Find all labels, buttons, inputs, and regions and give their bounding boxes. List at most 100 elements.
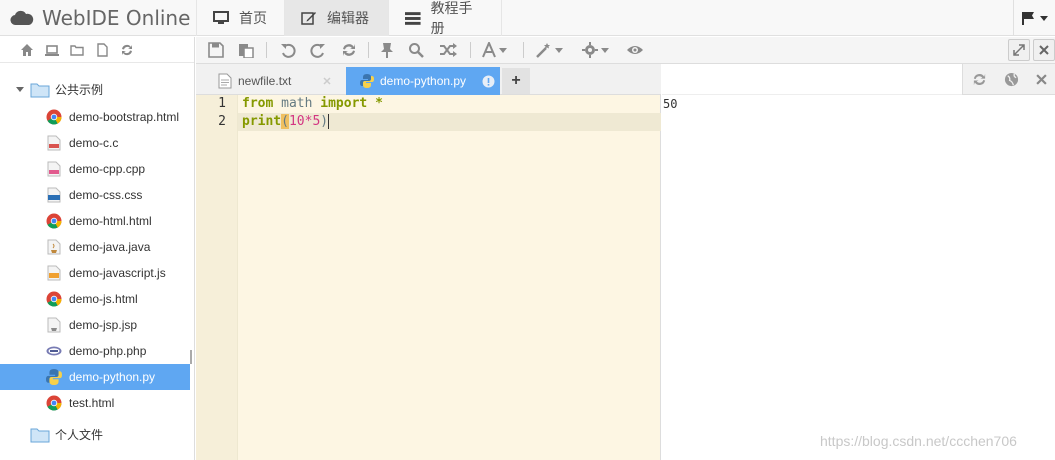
chrome-icon [46,109,62,125]
home-icon[interactable] [20,43,34,57]
file-label: demo-c.c [69,136,119,150]
output-header [662,64,962,95]
tree-file-item[interactable]: demo-python.py [0,364,190,390]
chevron-down-icon [601,47,609,53]
close-icon[interactable] [1035,73,1047,85]
gear-icon [582,42,598,58]
monitor-icon [213,11,229,24]
identifier-token: math [273,96,321,111]
code-editor[interactable]: 1 2 from math import * print(10*5) [196,95,661,460]
tasks-icon [405,12,421,25]
function-token: print [242,114,282,129]
tab-newfile[interactable]: newfile.txt [218,67,346,95]
refresh-icon[interactable] [972,72,987,87]
tree-file-item[interactable]: demo-cpp.cpp [0,156,190,182]
nav-manual-label: 教程手册 [430,0,473,36]
globe-icon[interactable] [1004,72,1019,87]
expand-button[interactable] [1008,39,1030,61]
line-number: 2 [218,114,226,129]
file-sidebar: 公共示例 demo-bootstrap.html demo-c.c demo-cpp… [0,37,195,460]
shuffle-icon[interactable] [439,42,457,58]
keyword-token: import [320,96,368,111]
folder-icon [30,428,50,442]
nav-tab-editor[interactable]: 编辑器 [284,0,388,36]
output-toolbar [962,64,1055,95]
file-label: demo-javascript.js [69,266,166,280]
code-line: from math import * [242,96,383,111]
tab-demo-python[interactable]: demo-python.py [346,67,500,95]
refresh-icon[interactable] [120,43,134,57]
tree-file-item[interactable]: demo-java.java [0,234,190,260]
bracket-token: ( [281,114,289,129]
keyword-token: from [242,96,274,111]
tree-file-item[interactable]: demo-javascript.js [0,260,190,286]
toolbar-separator [523,42,524,58]
eye-icon[interactable] [626,42,644,58]
tree-file-item[interactable]: demo-php.php [0,338,190,364]
new-file-icon[interactable] [95,42,109,57]
css-file-icon [46,187,62,203]
toolbar-separator [368,42,369,58]
bracket-token: ) [320,114,329,129]
search-icon[interactable] [408,42,424,58]
paste-icon[interactable] [238,42,254,58]
editor-toolbar [196,37,1055,64]
nav-tab-home[interactable]: 首页 [196,0,284,36]
close-panel-button[interactable] [1033,39,1055,61]
tree-folder-private[interactable]: 个人文件 [16,426,103,443]
text-cursor [328,114,330,129]
js-file-icon [46,265,62,281]
folder-icon [30,83,50,97]
close-icon[interactable] [323,77,331,85]
settings-dropdown[interactable] [582,42,609,58]
brand[interactable]: WebIDE Online [10,0,195,36]
toolbar-separator [266,42,267,58]
redo-icon[interactable] [310,42,326,58]
folder-label: 个人文件 [55,428,104,442]
tab-label: demo-python.py [380,74,467,88]
save-icon[interactable] [208,42,224,58]
tree-file-item[interactable]: demo-jsp.jsp [0,312,190,338]
language-dropdown[interactable] [1013,0,1055,36]
alert-icon[interactable] [482,75,495,88]
tree-file-item[interactable]: demo-js.html [0,286,190,312]
file-label: test.html [69,396,115,410]
refresh-icon[interactable] [341,42,357,58]
pin-icon[interactable] [380,42,394,58]
file-label: demo-java.java [69,240,151,254]
nav-tab-manual[interactable]: 教程手册 [388,0,502,36]
tree-file-item[interactable]: demo-bootstrap.html [0,104,190,130]
editor-tab-bar: newfile.txt demo-python.py + [196,64,661,95]
tree-folder-public[interactable]: 公共示例 [16,81,103,98]
font-dropdown[interactable] [482,42,507,58]
magic-dropdown[interactable] [536,42,563,58]
nav-home-label: 首页 [239,10,267,26]
laptop-icon[interactable] [45,43,59,57]
folder-icon[interactable] [70,43,84,57]
file-label: demo-jsp.jsp [69,318,138,332]
python-icon [46,369,62,385]
c-file-icon [46,135,62,151]
add-tab-button[interactable]: + [502,68,530,94]
tab-label: newfile.txt [238,74,292,88]
tree-scrollbar[interactable] [190,350,192,364]
code-line: print(10*5) [242,114,330,129]
undo-icon[interactable] [280,42,296,58]
tree-file-item[interactable]: demo-html.html [0,208,190,234]
font-icon [482,42,496,58]
tree-file-item[interactable]: demo-css.css [0,182,190,208]
chevron-down-icon [1040,15,1048,21]
app-title: WebIDE Online [42,6,191,30]
tree-file-item[interactable]: demo-c.c [0,130,190,156]
file-label: demo-cpp.cpp [69,162,146,176]
file-label: demo-html.html [69,214,152,228]
flag-icon [1022,12,1034,25]
nav-editor-label: 编辑器 [327,10,369,26]
line-gutter: 1 2 [196,95,238,460]
watermark: https://blog.csdn.net/ccchen706 [820,433,1017,449]
top-navbar: WebIDE Online 首页 编辑器 教程手册 [0,0,1055,36]
file-label: demo-js.html [69,292,138,306]
tree-file-item[interactable]: test.html [0,390,190,416]
line-number: 1 [218,96,226,111]
operator-token: * [367,96,383,111]
